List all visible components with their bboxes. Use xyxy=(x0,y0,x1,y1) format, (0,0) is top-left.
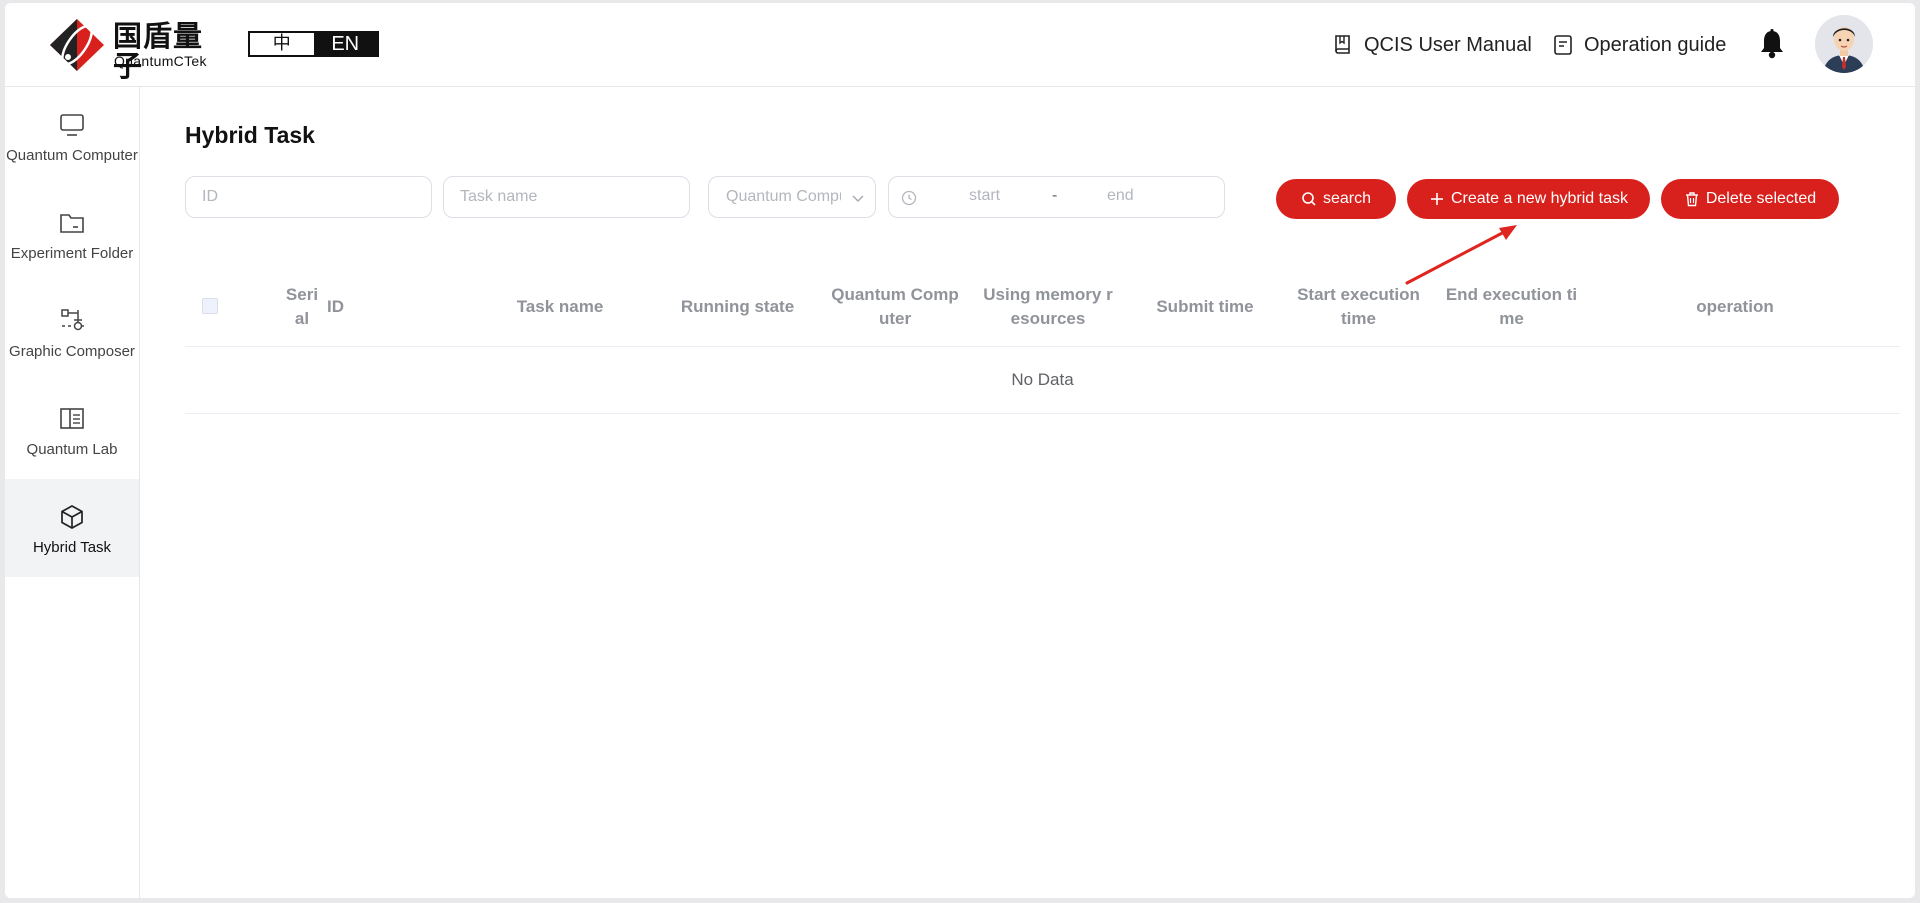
date-end-placeholder: end xyxy=(1107,187,1134,204)
sidebar-item-label: Experiment Folder xyxy=(10,245,134,262)
book-icon xyxy=(1335,35,1350,54)
page-title: Hybrid Task xyxy=(185,122,315,148)
chevron-down-icon xyxy=(852,195,864,203)
search-button[interactable]: search xyxy=(1276,179,1396,219)
column-header-start-execution-time: Start execution time xyxy=(1297,285,1420,328)
user-avatar[interactable] xyxy=(1815,15,1873,73)
logo[interactable]: 国盾量子 QuantumCTek xyxy=(48,17,224,81)
top-header: 国盾量子 QuantumCTek 中 EN QCIS User Manual O… xyxy=(5,3,1915,87)
sidebar-item-label: Graphic Composer xyxy=(9,343,135,360)
book-icon xyxy=(60,408,84,429)
column-header-submit-time: Submit time xyxy=(1156,297,1254,316)
plus-icon xyxy=(1431,193,1443,205)
folder-icon xyxy=(60,214,84,233)
column-header-quantum-computer: Quantum Comp uter xyxy=(831,285,959,328)
select-all-checkbox[interactable] xyxy=(202,298,218,314)
id-field xyxy=(185,176,432,218)
id-input[interactable] xyxy=(186,177,431,217)
sidebar: Quantum Computer Experiment Folder Graph… xyxy=(5,87,140,898)
task-name-field xyxy=(443,176,690,218)
delete-selected-button[interactable]: Delete selected xyxy=(1661,179,1839,219)
sidebar-item-label: Hybrid Task xyxy=(32,539,112,556)
circuit-icon xyxy=(61,309,84,331)
clock-icon xyxy=(901,190,917,206)
avatar-icon xyxy=(1815,15,1873,73)
lang-en-button[interactable]: EN xyxy=(313,33,377,55)
sidebar-item-label: Quantum Computer xyxy=(6,147,138,164)
column-header-id: ID xyxy=(327,297,344,316)
quantum-computer-select[interactable]: Quantum Computer xyxy=(708,176,876,218)
bell-icon[interactable] xyxy=(1757,28,1787,60)
app-window: 国盾量子 QuantumCTek 中 EN QCIS User Manual O… xyxy=(5,3,1915,898)
user-manual-link[interactable]: QCIS User Manual xyxy=(1332,33,1532,57)
delete-button-label: Delete selected xyxy=(1705,190,1817,207)
document-icon xyxy=(1554,35,1572,55)
sidebar-item-hybrid-task[interactable]: Hybrid Task xyxy=(5,479,139,577)
monitor-icon xyxy=(60,114,84,136)
lang-zh-button[interactable]: 中 xyxy=(250,33,314,55)
column-header-operation: operation xyxy=(1696,297,1774,316)
task-name-input[interactable] xyxy=(444,177,689,217)
user-manual-label: QCIS User Manual xyxy=(1364,34,1532,56)
column-header-memory-resources: Using memory r esources xyxy=(983,285,1113,328)
sidebar-item-experiment-folder[interactable]: Experiment Folder xyxy=(5,185,139,283)
sidebar-item-label: Quantum Lab xyxy=(26,441,118,458)
trash-icon xyxy=(1685,192,1698,207)
sidebar-item-graphic-composer[interactable]: Graphic Composer xyxy=(5,283,139,381)
empty-table-message: No Data xyxy=(185,347,1900,414)
language-switch: 中 EN xyxy=(248,31,379,57)
operation-guide-link[interactable]: Operation guide xyxy=(1552,33,1726,57)
operation-guide-label: Operation guide xyxy=(1584,34,1727,56)
search-button-label: search xyxy=(1322,190,1372,207)
date-start-placeholder: start xyxy=(969,187,1001,204)
date-separator: - xyxy=(1052,187,1058,204)
logo-text-en: QuantumCTek xyxy=(114,53,207,69)
column-header-running-state: Running state xyxy=(680,297,795,316)
select-placeholder: Quantum Computer xyxy=(726,188,841,205)
sidebar-item-quantum-computer[interactable]: Quantum Computer xyxy=(5,87,139,185)
table-header: Seri al ID Task name Running state Quant… xyxy=(185,268,1900,347)
sidebar-item-quantum-lab[interactable]: Quantum Lab xyxy=(5,381,139,479)
create-button-label: Create a new hybrid task xyxy=(1451,190,1628,207)
logo-text-cn: 国盾量子 xyxy=(113,19,204,83)
create-hybrid-task-button[interactable]: Create a new hybrid task xyxy=(1407,179,1650,219)
search-icon xyxy=(1302,192,1316,206)
logo-icon xyxy=(50,19,104,71)
cube-icon xyxy=(61,505,83,529)
column-header-end-execution-time: End execution ti me xyxy=(1445,285,1578,328)
date-range-picker[interactable]: start - end xyxy=(888,176,1225,218)
column-header-task-name: Task name xyxy=(516,297,604,316)
